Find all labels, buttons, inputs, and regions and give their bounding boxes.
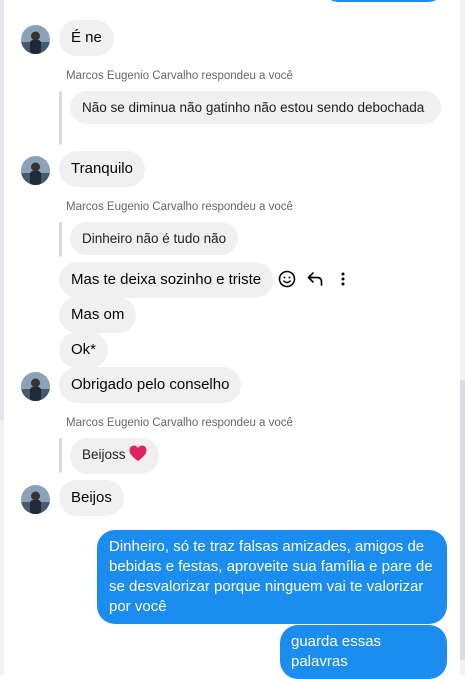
quoted-message[interactable]: Não se diminua não gatinho não estou sen… <box>70 91 441 124</box>
reply-quote-bar <box>59 438 62 473</box>
scrollbar-thumb[interactable] <box>460 380 465 660</box>
message-actions <box>276 266 354 292</box>
message-bubble[interactable]: Mas om <box>59 297 137 333</box>
left-pane-edge-lower <box>0 420 4 675</box>
quoted-message[interactable]: Dinheiro não é tudo não <box>70 222 239 255</box>
more-vertical-icon[interactable] <box>332 268 354 290</box>
reply-arrow-icon[interactable] <box>304 268 326 290</box>
reply-quote-bar <box>59 91 62 145</box>
outgoing-bubble-partial <box>324 0 443 2</box>
smiley-icon[interactable] <box>276 268 298 290</box>
message-bubble[interactable]: Tranquilo <box>59 151 145 187</box>
quoted-message-text: Beijoss <box>82 447 126 462</box>
message-bubble[interactable]: Obrigado pelo conselho <box>59 367 242 403</box>
avatar[interactable] <box>21 25 50 54</box>
outgoing-message-bubble[interactable]: Dinheiro, só te traz falsas amizades, am… <box>97 530 447 624</box>
message-bubble[interactable]: Ok* <box>59 332 109 368</box>
message-bubble[interactable]: Beijos <box>59 480 124 516</box>
reply-quote-bar <box>59 222 62 257</box>
red-heart-icon <box>129 445 147 467</box>
quoted-message[interactable]: Beijoss <box>70 438 159 474</box>
avatar[interactable] <box>21 372 50 401</box>
reply-header: Marcos Eugenio Carvalho respondeu a você <box>66 417 293 429</box>
message-bubble[interactable]: É ne <box>59 20 114 56</box>
left-pane-edge <box>0 0 4 420</box>
reply-header: Marcos Eugenio Carvalho respondeu a você <box>66 70 293 82</box>
outgoing-message-bubble[interactable]: guarda essas palavras <box>280 625 447 679</box>
reply-header: Marcos Eugenio Carvalho respondeu a você <box>66 201 293 213</box>
avatar[interactable] <box>21 485 50 514</box>
message-bubble[interactable]: Mas te deixa sozinho e triste <box>59 262 274 298</box>
avatar[interactable] <box>21 156 50 185</box>
